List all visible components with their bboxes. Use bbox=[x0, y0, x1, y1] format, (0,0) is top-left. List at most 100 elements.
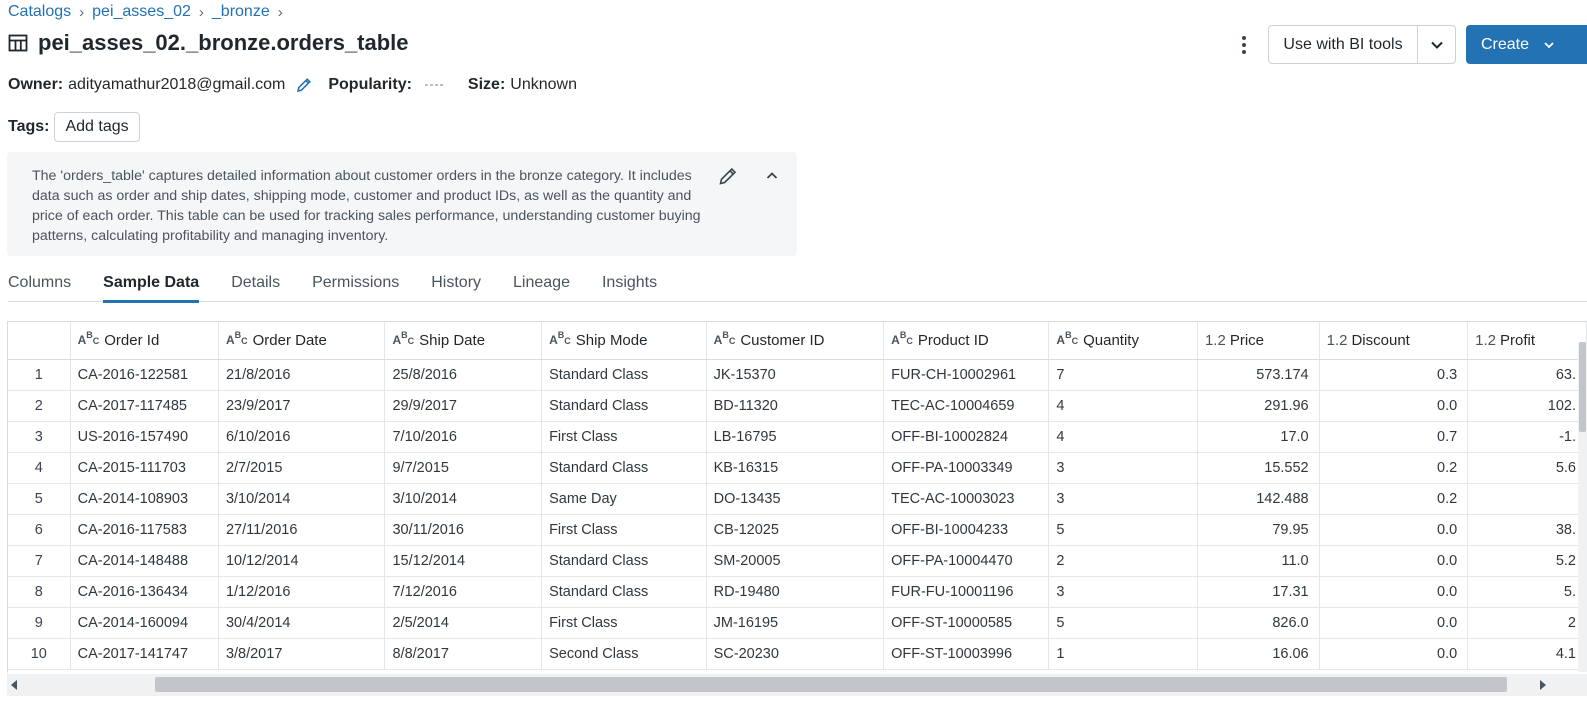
table-cell[interactable]: 5 bbox=[1048, 607, 1198, 639]
table-row[interactable]: 6 CA-2016-117583 27/11/2016 30/11/2016 First… bbox=[8, 514, 1587, 546]
table-row[interactable]: 9 CA-2014-160094 30/4/2014 2/5/2014 First Cl… bbox=[8, 607, 1587, 639]
table-cell[interactable]: 0.0 bbox=[1319, 638, 1469, 670]
table-cell[interactable]: 9/7/2015 bbox=[384, 452, 543, 484]
table-cell[interactable]: FUR-FU-10001196 bbox=[883, 576, 1050, 608]
table-row[interactable]: 8 CA-2016-136434 1/12/2016 7/12/2016 Standar… bbox=[8, 576, 1587, 608]
table-cell[interactable]: CA-2016-136434 bbox=[70, 576, 219, 608]
table-cell[interactable]: First Class bbox=[541, 421, 707, 453]
table-row[interactable]: 5 CA-2014-108903 3/10/2014 3/10/2014 Same Da… bbox=[8, 483, 1587, 515]
table-cell[interactable]: First Class bbox=[541, 607, 707, 639]
add-tags-button[interactable]: Add tags bbox=[54, 112, 140, 142]
horizontal-scrollbar[interactable] bbox=[7, 674, 1587, 696]
table-cell[interactable]: 4 bbox=[1048, 390, 1198, 422]
table-cell[interactable]: CA-2016-122581 bbox=[70, 359, 219, 391]
row-index-cell[interactable]: 7 bbox=[8, 545, 71, 577]
column-header[interactable]: 1.2 Discount bbox=[1319, 322, 1469, 360]
table-cell[interactable]: 3 bbox=[1048, 483, 1198, 515]
table-cell[interactable]: OFF-ST-10000585 bbox=[883, 607, 1050, 639]
table-cell[interactable]: 142.488 bbox=[1197, 483, 1320, 515]
table-cell[interactable]: First Class bbox=[541, 514, 707, 546]
edit-owner-button[interactable] bbox=[295, 76, 313, 94]
table-row[interactable]: 7 CA-2014-148488 10/12/2014 15/12/2014 Stand… bbox=[8, 545, 1587, 577]
tab-insights[interactable]: Insights bbox=[602, 268, 657, 302]
bi-tools-dropdown-button[interactable] bbox=[1417, 25, 1456, 64]
tab-sample-data[interactable]: Sample Data bbox=[103, 268, 200, 303]
column-header[interactable]: A B C Customer ID bbox=[706, 322, 885, 360]
table-cell[interactable]: 0.7 bbox=[1319, 421, 1469, 453]
table-cell[interactable]: 5. bbox=[1467, 576, 1587, 608]
table-cell[interactable]: 79.95 bbox=[1197, 514, 1320, 546]
table-cell[interactable]: 5.6 bbox=[1467, 452, 1587, 484]
table-cell[interactable]: DO-13435 bbox=[706, 483, 885, 515]
table-cell[interactable]: CA-2017-141747 bbox=[70, 638, 219, 670]
table-cell[interactable]: 3/10/2014 bbox=[218, 483, 386, 515]
row-index-cell[interactable]: 6 bbox=[8, 514, 71, 546]
column-header[interactable]: A B C Ship Mode bbox=[541, 322, 707, 360]
table-cell[interactable]: 102. bbox=[1467, 390, 1587, 422]
table-cell[interactable]: 16.06 bbox=[1197, 638, 1320, 670]
row-index-cell[interactable]: 8 bbox=[8, 576, 71, 608]
table-cell[interactable]: 5.2 bbox=[1467, 545, 1587, 577]
table-row[interactable]: 3 US-2016-157490 6/10/2016 7/10/2016 First C… bbox=[8, 421, 1587, 453]
table-cell[interactable]: CA-2014-108903 bbox=[70, 483, 219, 515]
table-row[interactable]: 1 CA-2016-122581 21/8/2016 25/8/2016 Standar… bbox=[8, 359, 1587, 391]
table-cell[interactable]: CA-2017-117485 bbox=[70, 390, 219, 422]
table-cell[interactable]: LB-16795 bbox=[706, 421, 885, 453]
table-cell[interactable]: 10/12/2014 bbox=[218, 545, 386, 577]
table-cell[interactable]: Standard Class bbox=[541, 390, 707, 422]
table-cell[interactable]: 3/10/2014 bbox=[384, 483, 543, 515]
table-cell[interactable]: 23/9/2017 bbox=[218, 390, 386, 422]
table-cell[interactable]: SM-20005 bbox=[706, 545, 885, 577]
column-header[interactable]: 1.2 Profit bbox=[1467, 322, 1587, 360]
table-cell[interactable]: 2/7/2015 bbox=[218, 452, 386, 484]
table-cell[interactable]: 0.0 bbox=[1319, 607, 1469, 639]
edit-description-button[interactable] bbox=[717, 165, 739, 192]
table-cell[interactable]: 0.2 bbox=[1319, 452, 1469, 484]
table-cell[interactable]: 7 bbox=[1048, 359, 1198, 391]
column-header[interactable]: A B C Order Id bbox=[70, 322, 219, 360]
table-cell[interactable]: OFF-PA-10004470 bbox=[883, 545, 1050, 577]
tab-lineage[interactable]: Lineage bbox=[513, 268, 570, 302]
table-cell[interactable]: JM-16195 bbox=[706, 607, 885, 639]
table-cell[interactable]: 4 bbox=[1048, 421, 1198, 453]
row-index-cell[interactable]: 2 bbox=[8, 390, 71, 422]
row-index-cell[interactable]: 4 bbox=[8, 452, 71, 484]
vertical-scroll-thumb[interactable] bbox=[1579, 342, 1586, 432]
table-cell[interactable]: 11.0 bbox=[1197, 545, 1320, 577]
table-cell[interactable]: BD-11320 bbox=[706, 390, 885, 422]
tab-details[interactable]: Details bbox=[231, 268, 280, 302]
table-cell[interactable]: 573.174 bbox=[1197, 359, 1320, 391]
table-cell[interactable]: CA-2014-160094 bbox=[70, 607, 219, 639]
table-cell[interactable]: 5 bbox=[1048, 514, 1198, 546]
table-cell[interactable]: 63. bbox=[1467, 359, 1587, 391]
table-cell[interactable]: 1 bbox=[1048, 638, 1198, 670]
table-cell[interactable]: 38. bbox=[1467, 514, 1587, 546]
table-cell[interactable]: 2 bbox=[1048, 545, 1198, 577]
table-cell[interactable]: 15.552 bbox=[1197, 452, 1320, 484]
table-cell[interactable]: 27/11/2016 bbox=[218, 514, 386, 546]
row-index-cell[interactable]: 10 bbox=[8, 638, 71, 670]
table-row[interactable]: 10 CA-2017-141747 3/8/2017 8/8/2017 Second C… bbox=[8, 638, 1587, 670]
table-cell[interactable]: FUR-CH-10002961 bbox=[883, 359, 1050, 391]
table-row[interactable]: 2 CA-2017-117485 23/9/2017 29/9/2017 Standar… bbox=[8, 390, 1587, 422]
table-cell[interactable]: US-2016-157490 bbox=[70, 421, 219, 453]
table-cell[interactable] bbox=[1467, 483, 1587, 515]
table-cell[interactable]: Standard Class bbox=[541, 359, 707, 391]
table-cell[interactable]: 0.2 bbox=[1319, 483, 1469, 515]
table-cell[interactable]: 21/8/2016 bbox=[218, 359, 386, 391]
table-cell[interactable]: OFF-BI-10002824 bbox=[883, 421, 1050, 453]
table-cell[interactable]: 30/11/2016 bbox=[384, 514, 543, 546]
column-header[interactable]: A B C Ship Date bbox=[384, 322, 543, 360]
table-cell[interactable]: 291.96 bbox=[1197, 390, 1320, 422]
table-cell[interactable]: Standard Class bbox=[541, 576, 707, 608]
table-cell[interactable]: 2 bbox=[1467, 607, 1587, 639]
table-cell[interactable]: 0.0 bbox=[1319, 545, 1469, 577]
scroll-right-arrow-icon[interactable] bbox=[1540, 680, 1546, 690]
table-cell[interactable]: OFF-PA-10003349 bbox=[883, 452, 1050, 484]
table-cell[interactable]: 17.31 bbox=[1197, 576, 1320, 608]
scroll-left-arrow-icon[interactable] bbox=[11, 680, 17, 690]
table-cell[interactable]: 8/8/2017 bbox=[384, 638, 543, 670]
table-cell[interactable]: TEC-AC-10004659 bbox=[883, 390, 1050, 422]
table-cell[interactable]: 826.0 bbox=[1197, 607, 1320, 639]
table-cell[interactable]: 30/4/2014 bbox=[218, 607, 386, 639]
